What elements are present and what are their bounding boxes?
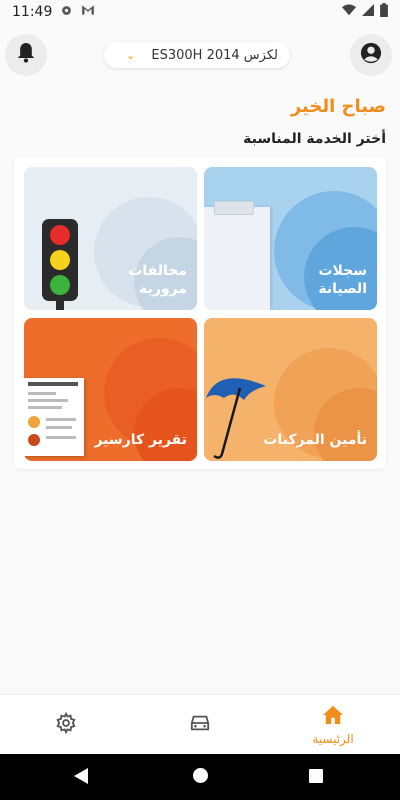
profile-button[interactable]: [350, 34, 392, 76]
home-icon: [322, 705, 344, 729]
settings-icon: [55, 711, 77, 738]
service-tile-maintenance[interactable]: سجلات الصيانة: [204, 167, 377, 310]
gmail-icon: [81, 4, 95, 20]
back-icon[interactable]: [74, 768, 88, 784]
umbrella-illustration: [204, 364, 268, 461]
service-tile-traffic[interactable]: مخالفات مرورية: [24, 167, 197, 310]
nav-home-label: الرئيسية: [312, 731, 354, 746]
clipboard-illustration: [204, 201, 270, 310]
car-selector[interactable]: لكزس ES300H 2014 ⌄: [104, 42, 290, 68]
greeting-title: صباح الخير: [290, 96, 386, 117]
tile-label: تأمين المركبات: [263, 431, 367, 448]
recent-apps-icon[interactable]: [309, 769, 323, 783]
tile-label: سجلات الصيانة: [318, 262, 367, 297]
gear-icon: [60, 4, 73, 21]
account-circle-icon: [360, 42, 382, 68]
nav-home[interactable]: الرئيسية: [300, 695, 366, 755]
system-nav-bar: [0, 754, 400, 800]
status-time: 11:49: [12, 4, 53, 20]
bottom-nav: الرئيسية: [0, 694, 400, 754]
top-bar: لكزس ES300H 2014 ⌄: [0, 30, 400, 78]
services-grid: سجلات الصيانة مخالفات مرورية تأمين المرك…: [14, 157, 386, 469]
signal-icon: [362, 4, 374, 20]
traffic-light-pole: [56, 301, 64, 310]
report-document-illustration: [24, 378, 84, 456]
home-circle-icon[interactable]: [193, 768, 208, 783]
nav-settings[interactable]: [46, 695, 86, 755]
service-tile-insurance[interactable]: تأمين المركبات: [204, 318, 377, 461]
tile-label: تقرير كارسير: [94, 431, 187, 448]
service-tile-report[interactable]: تقرير كارسير: [24, 318, 197, 461]
car-selector-label: لكزس ES300H 2014: [151, 47, 278, 63]
nav-vehicles[interactable]: [180, 695, 220, 755]
notifications-button[interactable]: [5, 34, 47, 76]
tile-label: مخالفات مرورية: [128, 262, 187, 297]
chevron-down-icon: ⌄: [126, 48, 136, 62]
wifi-icon: [342, 4, 356, 20]
car-icon: [189, 713, 211, 737]
traffic-light-illustration: [42, 219, 78, 301]
bell-icon: [16, 42, 36, 68]
status-bar: 11:49: [0, 0, 400, 24]
section-subtitle: أختر الخدمة المناسبة: [243, 131, 386, 147]
battery-icon: [380, 3, 388, 21]
